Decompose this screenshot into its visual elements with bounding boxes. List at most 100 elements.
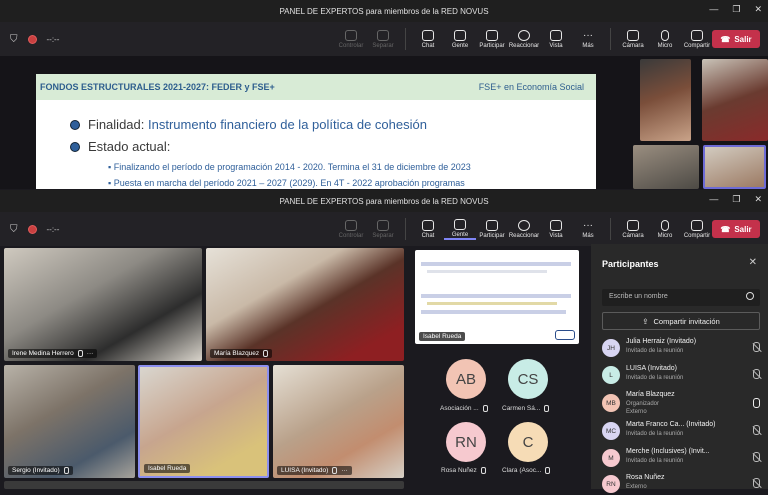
record-icon [27, 224, 37, 234]
window-title: PANEL DE EXPERTOS para miembros de la RE… [279, 196, 489, 206]
participant-row[interactable]: JH Julia Herraiz (Invitado) Invitado de … [602, 337, 762, 359]
pop-out-button[interactable]: Separar [367, 219, 399, 239]
participant-row[interactable]: M Merche (Inclusives) (Invit... Invitado… [602, 447, 762, 469]
close-icon[interactable]: ✕ [754, 194, 762, 205]
minimize-icon[interactable]: — [709, 4, 718, 15]
mic-off-icon [480, 467, 486, 474]
search-icon [746, 292, 754, 300]
video-tile[interactable]: María Blazquez [206, 248, 404, 361]
bottom-meeting-toolbar: ⛉ --:-- Controlar Separar Chat Gente Par… [0, 212, 768, 246]
participant-video-thumb[interactable] [702, 59, 768, 141]
video-tile-label: Isabel Rueda [144, 464, 191, 473]
video-tile[interactable]: Sergio (Invitado) [4, 365, 135, 478]
participant-video-thumb[interactable] [633, 145, 699, 189]
mic-off-icon [661, 219, 669, 231]
avatar: M [602, 449, 620, 467]
participant-role: Invitado de la reunión [626, 375, 684, 381]
participant-role: Invitado de la reunión [626, 431, 684, 437]
shared-screen-thumb[interactable]: Isabel Rueda [415, 250, 579, 344]
people-button[interactable]: Gente [444, 218, 476, 240]
more-button[interactable]: ··· Más [572, 220, 604, 239]
thumb-text-line [421, 294, 571, 298]
control-button[interactable]: Controlar [335, 219, 367, 239]
minimize-icon[interactable]: — [709, 194, 718, 205]
close-icon[interactable]: ✕ [749, 257, 757, 268]
grid-icon [550, 29, 562, 41]
close-icon[interactable]: ✕ [754, 4, 762, 15]
logo-icon [555, 330, 575, 340]
maximize-icon[interactable]: ❐ [732, 194, 740, 205]
participant-role: Externo [626, 484, 647, 490]
slide-subitem-2: ▪ Puesta en marcha del período 2021 – 20… [108, 178, 465, 188]
pop-out-button[interactable]: Separar [367, 29, 399, 49]
participant-video-thumb[interactable] [640, 59, 691, 141]
view-button[interactable]: Vista [540, 29, 572, 49]
avatar[interactable]: RN [446, 422, 486, 462]
window-title: PANEL DE EXPERTOS para miembros de la RE… [279, 6, 489, 16]
react-button[interactable]: Reaccionar [508, 219, 540, 239]
record-icon [27, 34, 37, 44]
more-icon[interactable]: ··· [87, 350, 94, 357]
maximize-icon[interactable]: ❐ [732, 4, 740, 15]
camera-button[interactable]: Cámara [617, 29, 649, 49]
chat-button[interactable]: Chat [412, 219, 444, 239]
more-icon[interactable]: ··· [341, 467, 348, 474]
pop-out-icon [377, 29, 389, 41]
top-meeting-toolbar: ⛉ --:-- Controlar Separar Chat Gente Par… [0, 22, 768, 56]
people-button[interactable]: Gente [444, 29, 476, 49]
video-tile[interactable]: LUISA (Invitado) ··· [273, 365, 404, 478]
avatar[interactable]: C [508, 422, 548, 462]
slide-estado-label: Estado actual: [88, 139, 171, 154]
chat-icon [422, 29, 434, 41]
avatar: L [602, 366, 620, 384]
participant-name: Marta Franco Ca... (Invitado) [626, 421, 716, 428]
thumb-text-line [421, 262, 571, 266]
share-invite-button[interactable]: ⇪ Compartir invitación [602, 312, 760, 330]
participant-row[interactable]: MB María Blazquez Organizador Externo [602, 390, 762, 416]
participant-name: Rosa Nuñez [626, 474, 665, 481]
leave-button[interactable]: ☎ Salir [712, 30, 760, 48]
control-button[interactable]: Controlar [335, 29, 367, 49]
share-icon: ⇪ [642, 316, 649, 326]
participant-row[interactable]: RN Rosa Nuñez Externo [602, 473, 762, 495]
video-tile-speaking[interactable]: Isabel Rueda [138, 365, 269, 478]
video-tile-label: María Blazquez [210, 349, 273, 358]
people-icon [454, 218, 466, 230]
mic-off-icon [544, 405, 550, 412]
participant-row[interactable]: MC Marta Franco Ca... (Invitado) Invitad… [602, 420, 762, 442]
shared-slide: FONDOS ESTRUCTURALES 2021-2027: FEDER y … [36, 74, 596, 189]
participant-video-thumb-active[interactable] [703, 145, 766, 189]
participant-name: María Blazquez [626, 391, 675, 398]
share-button[interactable]: Compartir [681, 219, 713, 239]
avatar-label: Asociación ... [440, 405, 488, 412]
mic-button[interactable]: Micro [649, 29, 681, 49]
camera-button[interactable]: Cámara [617, 219, 649, 239]
bullet-icon [70, 120, 80, 130]
mic-button[interactable]: Micro [649, 219, 681, 239]
mic-off-icon [545, 467, 551, 474]
shared-screen-label: Isabel Rueda [419, 332, 466, 341]
video-tile[interactable]: Irene Medina Herrero ··· [4, 248, 202, 361]
react-button[interactable]: Reaccionar [508, 29, 540, 49]
slide-header-subtitle: FSE+ en Economía Social [478, 82, 584, 92]
raise-hand-button[interactable]: Participar [476, 29, 508, 49]
avatar[interactable]: AB [446, 359, 486, 399]
leave-button[interactable]: ☎ Salir [712, 220, 760, 238]
meeting-timer: --:-- [46, 34, 60, 44]
mic-off-icon [332, 467, 338, 474]
raise-hand-button[interactable]: Participar [476, 219, 508, 239]
search-input[interactable]: Escribe un nombre [602, 289, 760, 306]
more-button[interactable]: ··· Más [572, 30, 604, 49]
participant-role-secondary: Externo [626, 409, 647, 415]
participant-role: Invitado de la reunión [626, 458, 684, 464]
control-icon [345, 29, 357, 41]
mic-off-icon [661, 29, 669, 41]
avatar-label: Rosa Nuñez [441, 467, 486, 474]
chat-button[interactable]: Chat [412, 29, 444, 49]
avatar: MB [602, 394, 620, 412]
thumb-text-line [427, 270, 547, 273]
participant-row[interactable]: L LUISA (Invitado) Invitado de la reunió… [602, 364, 762, 386]
view-button[interactable]: Vista [540, 219, 572, 239]
share-button[interactable]: Compartir [681, 29, 713, 49]
avatar[interactable]: CS [508, 359, 548, 399]
